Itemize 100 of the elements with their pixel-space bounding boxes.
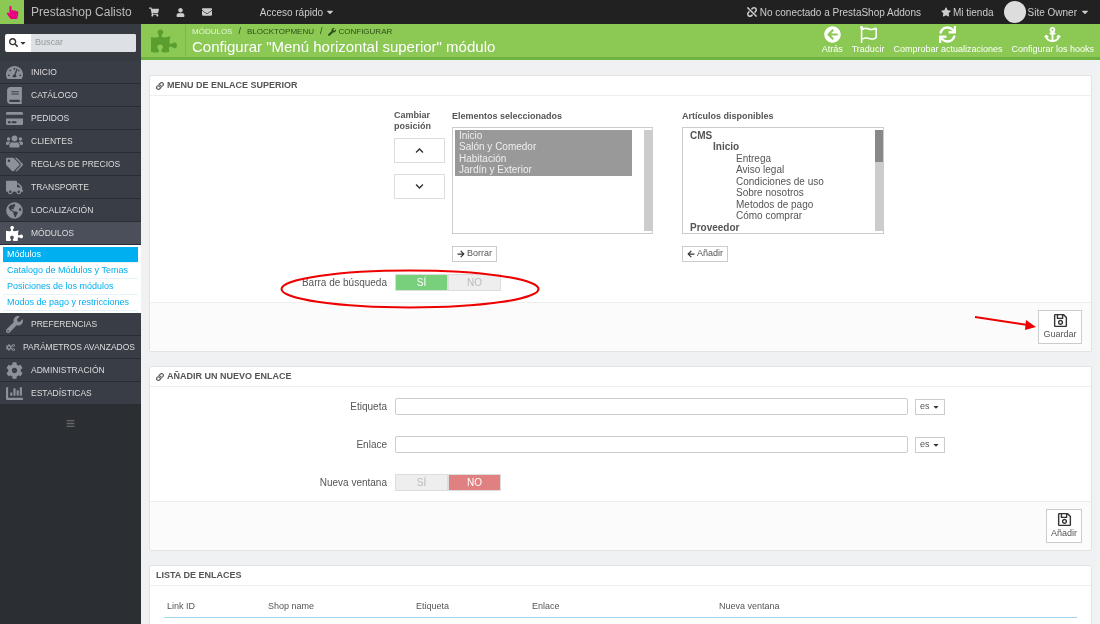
save-button[interactable]: Guardar bbox=[1038, 310, 1082, 344]
scrollbar[interactable] bbox=[875, 129, 883, 231]
dashboard-icon bbox=[6, 63, 23, 81]
cart-icon[interactable] bbox=[148, 7, 159, 17]
tags-icon bbox=[6, 155, 23, 173]
chevron-up-icon bbox=[415, 146, 424, 155]
field-label: Etiqueta bbox=[349, 400, 388, 414]
logo[interactable] bbox=[0, 0, 24, 24]
sidebar-item[interactable]: PREFERENCIAS bbox=[0, 313, 141, 336]
panel-title: LISTA DE ENLACES bbox=[156, 568, 242, 582]
globe-icon bbox=[6, 201, 23, 219]
text-field[interactable] bbox=[395, 398, 908, 415]
puzzle-icon bbox=[151, 27, 177, 54]
list-option[interactable]: Entrega bbox=[685, 152, 875, 164]
sidebar-label: PARÁMETROS AVANZADOS bbox=[23, 340, 135, 354]
menu-icon[interactable] bbox=[66, 419, 75, 428]
sidebar-label: ESTADÍSTICAS bbox=[31, 386, 92, 400]
puzzle-icon bbox=[6, 224, 23, 242]
sidebar-item[interactable]: MÓDULOS bbox=[0, 222, 141, 245]
list-option[interactable]: Inicio bbox=[685, 141, 875, 153]
arrow-right-icon bbox=[457, 249, 465, 258]
language-dropdown[interactable]: es bbox=[915, 398, 945, 415]
sidebar-item[interactable]: INICIO bbox=[0, 61, 141, 84]
move-up-button[interactable] bbox=[394, 138, 445, 163]
envelope-icon[interactable] bbox=[201, 7, 212, 17]
column-header: Enlace bbox=[531, 599, 561, 613]
add-button[interactable]: Añadir bbox=[1046, 509, 1082, 543]
quick-access-menu[interactable]: Acceso rápido bbox=[259, 4, 336, 20]
user-menu[interactable]: Site Owner bbox=[1027, 4, 1090, 20]
list-option[interactable]: Cómo comprar bbox=[685, 210, 875, 222]
sidebar-item[interactable]: PEDIDOS bbox=[0, 107, 141, 130]
sidebar-item[interactable]: ESTADÍSTICAS bbox=[0, 382, 141, 405]
sidebar-label: PREFERENCIAS bbox=[31, 317, 98, 331]
scrollbar[interactable] bbox=[644, 129, 652, 231]
breadcrumb-separator: / bbox=[319, 24, 323, 38]
list-option[interactable]: CMS bbox=[685, 129, 875, 141]
sidebar-label: ADMINISTRACIÓN bbox=[31, 363, 105, 377]
sidebar-item[interactable]: LOCALIZACIÓN bbox=[0, 199, 141, 222]
field-label: Enlace bbox=[355, 438, 388, 452]
column-header: Etiqueta bbox=[415, 599, 451, 613]
link-icon bbox=[156, 372, 164, 381]
sidebar-item[interactable]: CATÁLOGO bbox=[0, 84, 141, 107]
link-icon bbox=[156, 81, 164, 90]
list-option[interactable]: Proveedor bbox=[685, 221, 875, 233]
sidebar-label: REGLAS DE PRECIOS bbox=[31, 157, 121, 171]
star-icon bbox=[940, 7, 951, 17]
field-label: Nueva ventana bbox=[318, 476, 388, 490]
sidebar-label: INICIO bbox=[31, 65, 57, 79]
field-label: Artículos disponibles bbox=[682, 110, 774, 123]
save-icon bbox=[1056, 511, 1072, 527]
arrow-left-icon bbox=[687, 249, 695, 258]
sidebar-label: CLIENTES bbox=[31, 134, 73, 148]
list-option[interactable]: Metodos de pago bbox=[685, 198, 875, 210]
book-icon bbox=[6, 86, 23, 104]
avatar bbox=[1003, 1, 1026, 23]
list-option[interactable]: Aviso legal bbox=[685, 164, 875, 176]
column-header: Link ID bbox=[166, 599, 196, 613]
panel-title: AÑADIR UN NUEVO ENLACE bbox=[167, 369, 292, 383]
sidebar-item[interactable]: ADMINISTRACIÓN bbox=[0, 359, 141, 382]
save-icon bbox=[1052, 312, 1068, 328]
bar-chart-icon bbox=[6, 384, 23, 402]
sidebar-label: PEDIDOS bbox=[31, 111, 70, 125]
annotation-arrow bbox=[974, 315, 1037, 331]
sidebar-item[interactable]: PARÁMETROS AVANZADOS bbox=[0, 336, 141, 359]
wrench-icon bbox=[6, 315, 23, 333]
anchor-icon bbox=[1044, 26, 1062, 43]
breadcrumb-separator: / bbox=[238, 24, 241, 38]
field-label: Elementos seleccionados bbox=[452, 110, 563, 123]
truck-icon bbox=[6, 178, 23, 196]
move-down-button[interactable] bbox=[394, 174, 445, 199]
credit-card-icon bbox=[6, 109, 23, 127]
list-option[interactable]: Sobre nosotros bbox=[685, 187, 875, 199]
page-title: Configurar "Menú horizontal superior" módulo bbox=[192, 38, 496, 57]
search-field[interactable]: Buscar bbox=[5, 33, 136, 52]
breadcrumb-item[interactable]: BLOCKTOPMENU bbox=[246, 25, 314, 38]
gear-icon bbox=[6, 361, 23, 379]
sidebar-item[interactable]: REGLAS DE PRECIOS bbox=[0, 153, 141, 176]
sidebar-label: MÓDULOS bbox=[31, 226, 74, 240]
flag-icon bbox=[859, 26, 877, 43]
shop-link[interactable]: Mi tienda bbox=[952, 4, 994, 20]
back-arrow-icon bbox=[823, 26, 841, 43]
refresh-icon bbox=[939, 26, 957, 43]
text-field[interactable] bbox=[395, 436, 908, 453]
chevron-down-icon bbox=[415, 182, 424, 191]
column-header: Shop name bbox=[267, 599, 316, 613]
addons-status-link[interactable]: No conectado a PrestaShop Addons bbox=[759, 4, 921, 20]
list-option[interactable]: Condiciones de uso bbox=[685, 175, 875, 187]
language-dropdown[interactable]: es bbox=[915, 436, 945, 453]
sidebar-item[interactable]: CLIENTES bbox=[0, 130, 141, 153]
sidebar-item[interactable]: TRANSPORTE bbox=[0, 176, 141, 199]
search-icon bbox=[9, 38, 18, 47]
brand-name[interactable]: Prestashop Calisto bbox=[31, 3, 132, 21]
breadcrumb-item: CONFIGURAR bbox=[338, 25, 393, 38]
add-button[interactable]: Añadir bbox=[682, 245, 728, 262]
remove-button[interactable]: Borrar bbox=[452, 245, 497, 262]
column-header: Nueva ventana bbox=[718, 599, 781, 613]
available-items-list[interactable]: CMS Inicio Entrega Aviso legal Condiciones de uso Sobre nosotros Metodos de pago Cómo comprar Proveedor bbox=[682, 126, 884, 234]
sidebar-label: LOCALIZACIÓN bbox=[31, 203, 94, 217]
user-icon[interactable] bbox=[175, 7, 185, 17]
sidebar-label: TRANSPORTE bbox=[31, 180, 89, 194]
